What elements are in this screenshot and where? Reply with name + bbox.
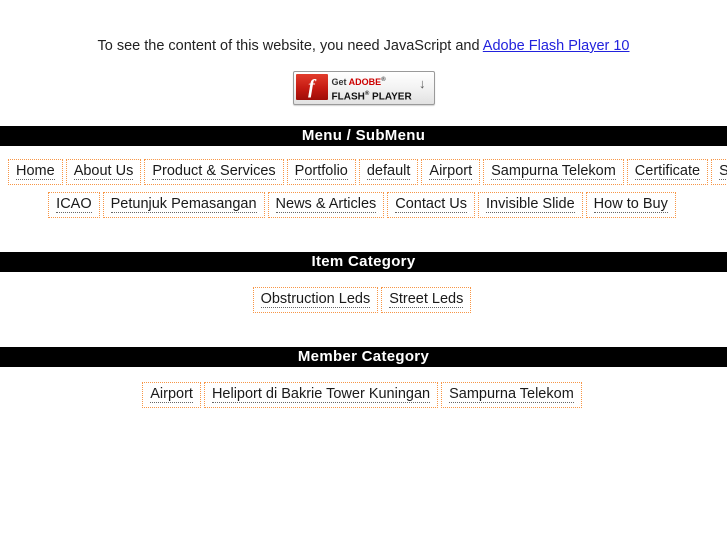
menu-item-certificate[interactable]: Certificate [626,159,709,186]
get-word: Get [331,77,349,88]
menu-item-label: About Us [73,163,134,181]
menu-submenu-header: Menu / SubMenu [0,126,727,147]
get-adobe-flash-player-button[interactable]: f Get ADOBE® FLASH® PLAYER ↓ [292,71,435,106]
menu-item-label: default [366,163,411,181]
menu-item-default[interactable]: default [358,159,419,186]
item-category-label: Obstruction Leds [260,291,371,309]
adobe-flash-player-link[interactable]: Adobe Flash Player 10 [483,38,630,54]
item-category-label: Street Leds [389,291,464,309]
menu-item-about-us[interactable]: About Us [65,159,142,186]
member-category-heliport-di-bakrie-tower-kuningan[interactable]: Heliport di Bakrie Tower Kuningan [203,382,439,409]
flash-badge-container: f Get ADOBE® FLASH® PLAYER ↓ [0,71,727,106]
flash-badge-line1: Get ADOBE® [332,75,412,89]
menu-item-label: ICAO [56,196,92,214]
download-arrow-icon: ↓ [419,76,426,92]
menu-item-label: Petunjuk Pemasangan [110,196,257,214]
item-category-obstruction-leds[interactable]: Obstruction Leds [252,287,379,314]
item-category-street-leds[interactable]: Street Leds [381,287,472,314]
menu-item-label: Invisible Slide [486,196,575,214]
menu-item-product-and-services[interactable]: Product & Services [144,159,284,186]
menu-item-airport[interactable]: Airport [421,159,481,186]
menu-item-invisible-slide[interactable]: Invisible Slide [478,192,583,219]
menu-item-label: Certificate [634,163,701,181]
menu-item-contact-us[interactable]: Contact Us [387,192,475,219]
item-category-links-row: Obstruction Leds Street Leds [0,287,727,314]
flash-f-glyph: f [308,76,315,99]
flash-badge-line2: FLASH® PLAYER [332,89,412,103]
adobe-flash-logo-icon: f [295,74,328,101]
member-category-label: Airport [150,386,193,404]
menu-item-home[interactable]: Home [8,159,63,186]
registered-mark-1: ® [381,77,386,84]
member-category-header: Member Category [0,347,727,368]
member-category-airport[interactable]: Airport [142,382,201,409]
menu-item-label: Contact Us [395,196,467,214]
flash-required-notice: To see the content of this website, you … [0,0,727,55]
menu-item-label: Sampurna Telekom [491,163,616,181]
menu-item-sertifikat[interactable]: Sertifikat [711,159,727,186]
flash-badge-text: Get ADOBE® FLASH® PLAYER [332,75,412,102]
menu-item-label: Home [16,163,55,181]
flash-word: FLASH [331,91,365,103]
menu-item-label: News & Articles [275,196,377,214]
menu-item-label: Sertifikat [719,164,727,181]
item-category-header: Item Category [0,252,727,273]
menu-item-label: How to Buy [593,196,668,214]
player-word: PLAYER [369,91,412,103]
menu-item-portfolio[interactable]: Portfolio [286,159,356,186]
member-category-sampurna-telekom[interactable]: Sampurna Telekom [441,382,582,409]
menu-item-label: Product & Services [152,163,276,181]
adobe-word: ADOBE [348,77,382,88]
menu-links-row-2: ICAO Petunjuk Pemasangan News & Articles Co… [0,192,727,219]
menu-item-label: Airport [429,163,473,181]
notice-text: To see the content of this website, you … [97,38,483,54]
menu-item-how-to-buy[interactable]: How to Buy [585,192,676,219]
member-category-label: Sampurna Telekom [449,386,574,404]
menu-links-row-1: Home About Us Product & Services Portfolio d… [0,159,727,186]
menu-item-icao[interactable]: ICAO [48,192,100,219]
menu-item-petunjuk-pemasangan[interactable]: Petunjuk Pemasangan [102,192,265,219]
member-category-links-row: Airport Heliport di Bakrie Tower Kuningan… [0,382,727,409]
menu-item-sampurna-telekom[interactable]: Sampurna Telekom [483,159,624,186]
menu-item-label: Portfolio [294,163,348,181]
menu-item-news-and-articles[interactable]: News & Articles [267,192,385,219]
member-category-label: Heliport di Bakrie Tower Kuningan [211,386,431,404]
